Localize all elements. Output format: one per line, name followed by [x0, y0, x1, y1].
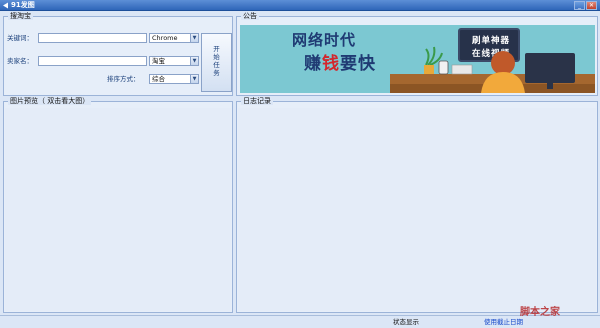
keyword-label: 关键词：: [7, 34, 33, 42]
banner-illustration: [390, 46, 595, 93]
start-task-label: 开始任务: [213, 45, 220, 77]
chevron-down-icon[interactable]: ▼: [190, 34, 198, 42]
seller-input[interactable]: [38, 56, 147, 66]
search-group-legend: 搜淘宝: [8, 12, 33, 20]
window-title: 91发图: [11, 1, 35, 9]
person-hair-icon: [491, 51, 515, 75]
seller-label: 卖家名：: [7, 57, 33, 65]
expiry-date-link[interactable]: 使用截止日期: [484, 318, 523, 327]
watermark-text: 脚本之家: [520, 307, 560, 318]
status-text: 状态显示: [393, 318, 419, 326]
browser-select[interactable]: Chrome ▼: [149, 33, 199, 43]
pot-icon: [424, 65, 434, 74]
status-bar: 状态显示 使用截止日期: [0, 315, 600, 328]
notice-banner[interactable]: 网络时代 赚钱要快 刷单神器 在线视频: [240, 25, 595, 93]
cup-icon: [438, 60, 449, 75]
app-icon: [3, 2, 8, 9]
chevron-down-icon[interactable]: ▼: [190, 75, 198, 83]
log-area[interactable]: [238, 108, 596, 311]
sort-label: 排序方式：: [107, 75, 140, 83]
keyword-input[interactable]: [38, 33, 147, 43]
sort-select[interactable]: 综合 ▼: [149, 74, 199, 84]
chevron-down-icon[interactable]: ▼: [190, 57, 198, 65]
notice-group-legend: 公告: [241, 12, 259, 20]
close-button[interactable]: ✕: [586, 1, 597, 10]
platform-select-value: 淘宝: [152, 57, 165, 65]
browser-select-value: Chrome: [152, 34, 178, 42]
preview-group-legend: 图片预览（ 双击看大图）: [8, 97, 92, 105]
start-task-button[interactable]: 开始任务: [201, 33, 232, 92]
keyboard-icon: [451, 64, 473, 75]
sort-select-value: 综合: [152, 75, 165, 83]
title-bar[interactable]: 91发图 _ ✕: [0, 0, 600, 11]
image-preview-area[interactable]: [5, 108, 231, 311]
search-group: 搜淘宝 关键词： Chrome ▼ 卖家名： 淘宝 ▼ 排序方式： 综合 ▼: [3, 12, 233, 96]
log-group-legend: 日志记录: [241, 97, 273, 105]
main-content: 搜淘宝 关键词： Chrome ▼ 卖家名： 淘宝 ▼ 排序方式： 综合 ▼ 开…: [0, 11, 600, 315]
minimize-button[interactable]: _: [574, 1, 585, 10]
platform-select[interactable]: 淘宝 ▼: [149, 56, 199, 66]
monitor-icon: [525, 53, 575, 83]
